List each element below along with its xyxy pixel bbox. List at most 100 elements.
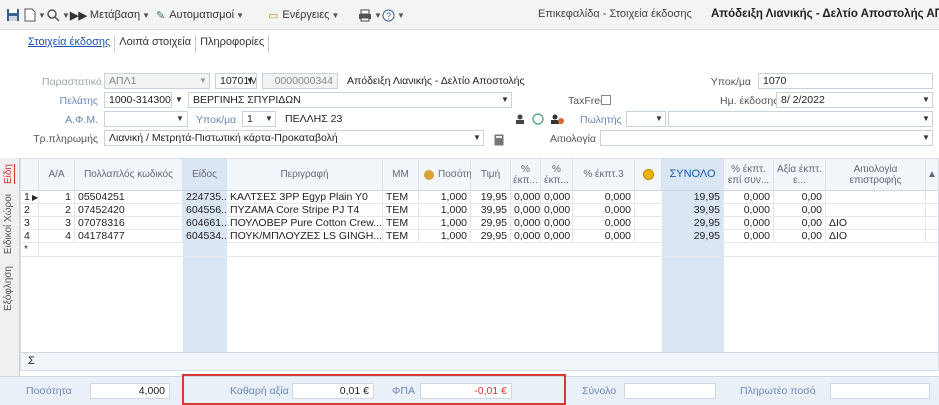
- cell-aa[interactable]: 2: [39, 204, 75, 217]
- tab-issue-details[interactable]: Στοιχεία έκδοσης: [24, 35, 116, 53]
- cell-return-reason[interactable]: [826, 191, 926, 204]
- cell-discount3[interactable]: 0,000: [573, 204, 635, 217]
- col-header-discount1[interactable]: % έκπ...: [511, 159, 541, 191]
- cell-discount-value[interactable]: 0,00: [774, 217, 826, 230]
- tab-items[interactable]: Είδη: [3, 164, 14, 184]
- actions-menu[interactable]: ▭ Ενέργειες ▼: [268, 7, 339, 23]
- col-header-quantity[interactable]: Ποσότητα: [419, 159, 481, 191]
- customer-name-dropdown-icon[interactable]: ▼: [498, 92, 512, 108]
- table-row[interactable]: 2 2 07452420 604556... ΠΥΖΑΜΑ Core Stripe PJ…: [21, 204, 938, 217]
- automations-menu[interactable]: ✎ Αυτοματισμοί ▼: [156, 7, 244, 23]
- taxfree-checkbox[interactable]: [601, 95, 611, 105]
- customer-name-field[interactable]: ΒΕΡΓΙΝΗΣ ΣΠΥΡΙΔΩΝ: [188, 92, 512, 108]
- cell-return-reason[interactable]: ΔΙΟ: [826, 217, 926, 230]
- cell-uom[interactable]: TEM: [383, 204, 419, 217]
- doc-number-field[interactable]: 0000000344: [262, 73, 338, 89]
- cell-item[interactable]: 224735...: [183, 191, 227, 204]
- col-header-price[interactable]: Τιμή: [471, 159, 511, 191]
- cell-item[interactable]: 604534...: [183, 230, 227, 243]
- cell-total[interactable]: 19,95: [662, 191, 724, 204]
- vat-dropdown-icon[interactable]: ▼: [173, 111, 187, 127]
- col-header-item[interactable]: Είδος: [183, 159, 227, 191]
- row-number[interactable]: 3: [21, 217, 39, 230]
- cell-uom[interactable]: TEM: [383, 217, 419, 230]
- tab-information[interactable]: Πληροφορίες: [196, 35, 270, 53]
- cell-multi-code[interactable]: 05504251: [75, 191, 183, 204]
- cell-discount2[interactable]: 0,000: [541, 230, 573, 243]
- table-row[interactable]: 3 3 07078316 604661... ΠΟΥΛΟΒΕΡ Pure Cotton …: [21, 217, 938, 230]
- table-row[interactable]: 1 1 05504251 224735... ΚΑΛΤΣΕΣ 3PP Egyp Plai…: [21, 191, 938, 204]
- branch-field[interactable]: 1070: [758, 73, 933, 89]
- cell-return-reason[interactable]: ΔΙΟ: [826, 230, 926, 243]
- cell-description[interactable]: ΠΟΥΛΟΒΕΡ Pure Cotton Crew...: [227, 217, 383, 230]
- cell-uom[interactable]: TEM: [383, 191, 419, 204]
- cell-description[interactable]: ΚΑΛΤΣΕΣ 3PP Egyp Plain Y0: [227, 191, 383, 204]
- cell-multi-code[interactable]: 04178477: [75, 230, 183, 243]
- customer-card-icon[interactable]: [514, 111, 526, 127]
- cell-item[interactable]: 604556...: [183, 204, 227, 217]
- loyalty-icon[interactable]: [532, 111, 544, 127]
- search-icon[interactable]: ▼: [46, 7, 70, 23]
- new-document-icon[interactable]: ▼: [24, 7, 46, 23]
- cell-price[interactable]: 39,95: [471, 204, 511, 217]
- tab-other-details[interactable]: Λοιπά στοιχεία: [115, 35, 197, 53]
- cell-multi-code[interactable]: 07078316: [75, 217, 183, 230]
- cell-multi-code[interactable]: 07452420: [75, 204, 183, 217]
- col-header-multi-code[interactable]: Πολλαπλός κωδικός: [75, 159, 183, 191]
- col-header-return-reason[interactable]: Αιτιολογία επιστροφής: [826, 159, 926, 191]
- cell-aa[interactable]: 3: [39, 217, 75, 230]
- cell-discount1[interactable]: 0,000: [511, 230, 541, 243]
- seller-name-dropdown-icon[interactable]: ▼: [919, 111, 933, 127]
- calculator-icon[interactable]: [494, 132, 504, 148]
- cell-price[interactable]: 19,95: [471, 191, 511, 204]
- cell-discount-on-total[interactable]: 0,000: [724, 191, 774, 204]
- cell-quantity[interactable]: 1,000: [419, 230, 471, 243]
- seller-dropdown-icon[interactable]: ▼: [652, 111, 666, 127]
- store-dropdown-icon[interactable]: ▼: [243, 73, 257, 89]
- cell-discount3[interactable]: 0,000: [573, 191, 635, 204]
- tab-special-areas[interactable]: Ειδικοί Χώροι: [3, 194, 14, 254]
- cell-discount2[interactable]: 0,000: [541, 217, 573, 230]
- cell-price[interactable]: 29,95: [471, 230, 511, 243]
- col-header-discount2[interactable]: % έκπ...: [541, 159, 573, 191]
- reason-dropdown-icon[interactable]: ▼: [919, 130, 933, 146]
- scroll-up-icon[interactable]: ▲: [926, 159, 938, 191]
- cell-discount1[interactable]: 0,000: [511, 217, 541, 230]
- cell-discount-on-total[interactable]: 0,000: [724, 217, 774, 230]
- payment-field[interactable]: Λιανική / Μετρητά-Πιστωτική κάρτα-Προκατ…: [104, 130, 484, 146]
- payment-dropdown-icon[interactable]: ▼: [470, 130, 484, 146]
- cell-aa[interactable]: 4: [39, 230, 75, 243]
- col-header-discount3[interactable]: % έκπτ.3: [573, 159, 635, 191]
- tab-settlement[interactable]: Εξόφληση: [3, 266, 14, 311]
- cell-quantity[interactable]: 1,000: [419, 217, 471, 230]
- cell-description[interactable]: ΠΥΖΑΜΑ Core Stripe PJ T4: [227, 204, 383, 217]
- cell-total[interactable]: 39,95: [662, 204, 724, 217]
- help-icon[interactable]: ? ▼: [382, 7, 405, 23]
- seller-name-field[interactable]: [668, 111, 933, 127]
- series-dropdown-icon[interactable]: ▼: [196, 73, 210, 89]
- cell-total[interactable]: 29,95: [662, 217, 724, 230]
- customer-code-field[interactable]: 1000-314300: [104, 92, 172, 108]
- cell-discount3[interactable]: 0,000: [573, 217, 635, 230]
- series-field[interactable]: ΑΠΛ1: [104, 73, 210, 89]
- reason-field[interactable]: [600, 130, 933, 146]
- cell-aa[interactable]: 1: [39, 191, 75, 204]
- col-header-discount-value[interactable]: Αξία έκπτ. ε...: [774, 159, 826, 191]
- customer-status-icon[interactable]: [550, 111, 564, 127]
- sub-branch-dropdown-icon[interactable]: ▼: [262, 111, 276, 127]
- cell-total[interactable]: 29,95: [662, 230, 724, 243]
- issue-date-field[interactable]: 8/ 2/2022: [776, 92, 933, 108]
- date-dropdown-icon[interactable]: ▼: [919, 92, 933, 108]
- cell-discount-value[interactable]: 0,00: [774, 204, 826, 217]
- new-row[interactable]: *: [21, 243, 938, 257]
- navigation-menu[interactable]: ▶▶ Μετάβαση ▼: [70, 7, 150, 23]
- col-header-uom[interactable]: ΜΜ: [383, 159, 419, 191]
- cell-discount-value[interactable]: 0,00: [774, 230, 826, 243]
- col-header-discount-on-total[interactable]: % έκπτ. επί συν...: [724, 159, 774, 191]
- col-header-description[interactable]: Περιγραφή: [227, 159, 383, 191]
- cell-price[interactable]: 29,95: [471, 217, 511, 230]
- table-row[interactable]: 4 4 04178477 604534... ΠΟΥΚ/ΜΠΛΟΥΖΕΣ LS GING…: [21, 230, 938, 243]
- cell-discount-value[interactable]: 0,00: [774, 191, 826, 204]
- cell-description[interactable]: ΠΟΥΚ/ΜΠΛΟΥΖΕΣ LS GINGH...: [227, 230, 383, 243]
- print-icon[interactable]: ▼: [358, 7, 382, 23]
